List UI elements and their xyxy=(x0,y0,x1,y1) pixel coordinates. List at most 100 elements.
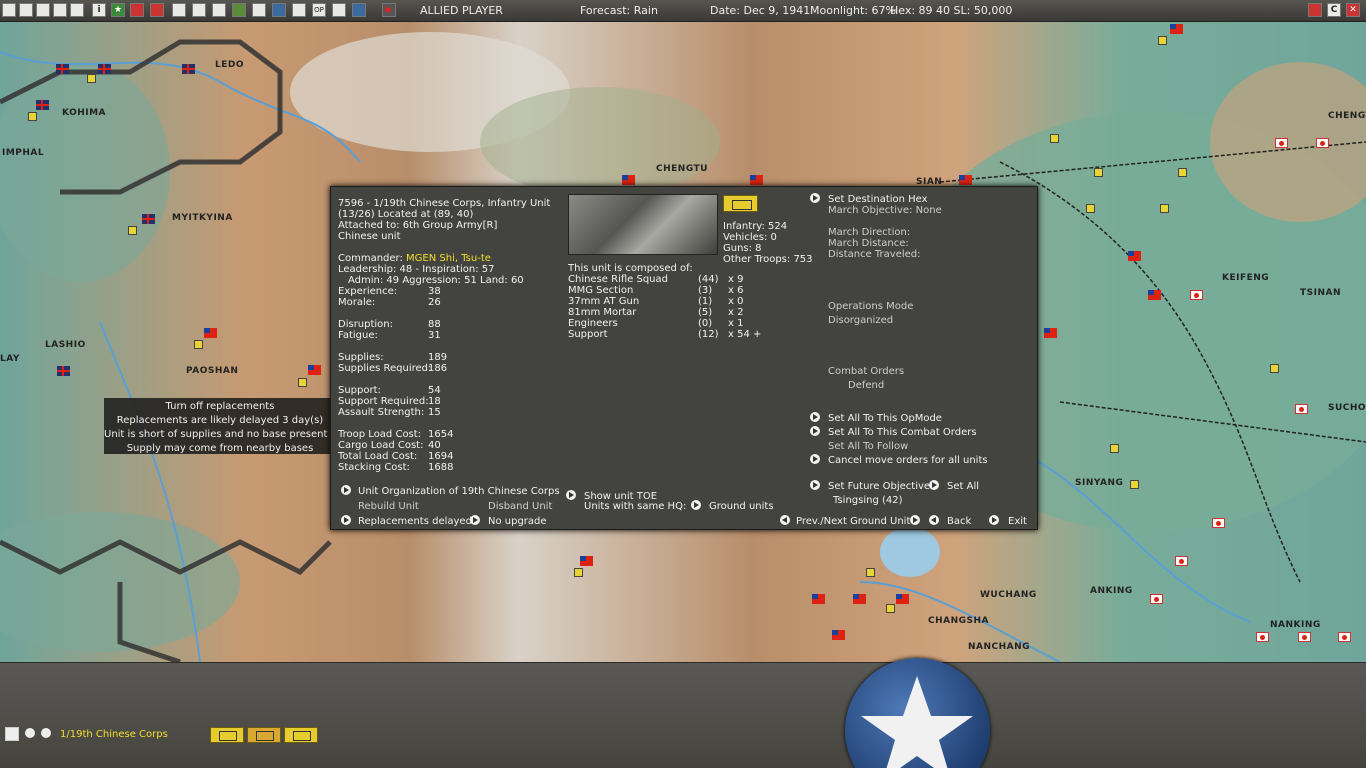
unit-marker[interactable] xyxy=(1086,204,1095,213)
china-base-flag[interactable] xyxy=(204,328,217,338)
unit-marker[interactable] xyxy=(128,226,137,235)
unit-marker[interactable] xyxy=(1130,480,1139,489)
japan-base-flag[interactable] xyxy=(1275,138,1288,148)
report-button[interactable] xyxy=(292,3,306,17)
unit-marker[interactable] xyxy=(1110,444,1119,453)
uk-base-flag[interactable] xyxy=(98,64,111,74)
china-base-flag[interactable] xyxy=(1148,290,1161,300)
end-turn-button[interactable]: ▶ xyxy=(382,3,396,17)
set-all-opmode-button[interactable]: Set All To This OpMode xyxy=(828,413,942,424)
japan-base-flag[interactable] xyxy=(1256,632,1269,642)
japan-base-flag[interactable] xyxy=(1295,404,1308,414)
china-base-flag[interactable] xyxy=(750,175,763,185)
china-base-flag[interactable] xyxy=(812,594,825,604)
china-base-flag[interactable] xyxy=(853,594,866,604)
device-name[interactable]: Engineers xyxy=(568,318,618,329)
aircraft-button[interactable] xyxy=(192,3,206,17)
device-name[interactable]: Chinese Rifle Squad xyxy=(568,274,668,285)
prev-next-ground-unit-button[interactable]: Prev./Next Ground Unit xyxy=(796,516,910,527)
info-button[interactable]: i xyxy=(92,3,106,17)
commander-name[interactable]: MGEN Shi, Tsu-te xyxy=(406,253,491,264)
unit-counter-hq[interactable] xyxy=(210,727,244,743)
next-unit-icon[interactable] xyxy=(41,728,51,738)
lcu-button[interactable] xyxy=(252,3,266,17)
japan-base-flag[interactable] xyxy=(1150,594,1163,604)
china-base-flag[interactable] xyxy=(622,175,635,185)
sub-button[interactable] xyxy=(212,3,226,17)
device-name[interactable]: 37mm AT Gun xyxy=(568,296,639,307)
toolbar-button-1[interactable] xyxy=(2,3,16,17)
uk-base-flag[interactable] xyxy=(142,214,155,224)
op-button[interactable]: OP xyxy=(312,3,326,17)
flag-toggle-icon[interactable] xyxy=(5,727,19,741)
china-base-flag[interactable] xyxy=(1044,328,1057,338)
japan-base-flag[interactable] xyxy=(1316,138,1329,148)
prev-unit-icon[interactable] xyxy=(25,728,35,738)
toolbar-button-2[interactable] xyxy=(19,3,33,17)
device-name[interactable]: Support xyxy=(568,329,608,340)
replacements-button[interactable]: Replacements delayed xyxy=(358,516,472,527)
japan-base-flag[interactable] xyxy=(1338,632,1351,642)
unit-marker[interactable] xyxy=(194,340,203,349)
rebuild-unit-button[interactable]: Rebuild Unit xyxy=(358,501,419,512)
ops-mode-value[interactable]: Disorganized xyxy=(828,315,893,326)
upgrade-button[interactable]: No upgrade xyxy=(488,516,547,527)
air-button[interactable] xyxy=(130,3,144,17)
china-base-flag[interactable] xyxy=(1128,251,1141,261)
flag-icon[interactable] xyxy=(1308,3,1322,17)
china-base-flag[interactable] xyxy=(959,175,972,185)
set-future-objective-button[interactable]: Set Future Objective xyxy=(828,481,930,492)
exit-button[interactable]: Exit xyxy=(1008,516,1027,527)
unit-marker[interactable] xyxy=(1094,168,1103,177)
japan-base-flag[interactable] xyxy=(1212,518,1225,528)
unit-marker[interactable] xyxy=(574,568,583,577)
c-button[interactable]: C xyxy=(1327,3,1341,17)
device-name[interactable]: MMG Section xyxy=(568,285,633,296)
china-base-flag[interactable] xyxy=(896,594,909,604)
china-base-flag[interactable] xyxy=(832,630,845,640)
star-button[interactable]: ★ xyxy=(111,3,125,17)
unit-marker[interactable] xyxy=(1270,364,1279,373)
unit-counter-infantry-2[interactable] xyxy=(284,727,318,743)
cancel-move-button[interactable]: Cancel move orders for all units xyxy=(828,455,988,466)
set-all-follow-button[interactable]: Set All To Follow xyxy=(828,441,908,452)
unit-marker[interactable] xyxy=(1050,134,1059,143)
ship-button[interactable] xyxy=(150,3,164,17)
unit-marker[interactable] xyxy=(1160,204,1169,213)
set-destination-button[interactable]: Set Destination Hex xyxy=(828,194,928,205)
unit-marker[interactable] xyxy=(298,378,307,387)
uk-base-flag[interactable] xyxy=(36,100,49,110)
unit-attached[interactable]: Attached to: 6th Group Army[R] xyxy=(338,220,497,231)
china-base-flag[interactable] xyxy=(1170,24,1183,34)
toolbar-button-5[interactable] xyxy=(70,3,84,17)
unit-marker[interactable] xyxy=(1178,168,1187,177)
disband-unit-button[interactable]: Disband Unit xyxy=(488,501,552,512)
unit-marker[interactable] xyxy=(886,604,895,613)
uk-base-flag[interactable] xyxy=(182,64,195,74)
close-icon[interactable]: ✕ xyxy=(1346,3,1360,17)
toolbar-button-4[interactable] xyxy=(53,3,67,17)
uk-base-flag[interactable] xyxy=(57,366,70,376)
list-button[interactable] xyxy=(332,3,346,17)
japan-base-flag[interactable] xyxy=(1298,632,1311,642)
device-name[interactable]: 81mm Mortar xyxy=(568,307,636,318)
china-base-flag[interactable] xyxy=(580,556,593,566)
ground-units-button[interactable]: Ground units xyxy=(709,501,774,512)
unit-marker[interactable] xyxy=(87,74,96,83)
set-all-button[interactable]: Set All xyxy=(947,481,979,492)
save-button[interactable] xyxy=(352,3,366,17)
japan-base-flag[interactable] xyxy=(1175,556,1188,566)
unit-marker[interactable] xyxy=(1158,36,1167,45)
toolbar-button-3[interactable] xyxy=(36,3,50,17)
uk-base-flag[interactable] xyxy=(56,64,69,74)
set-all-combat-button[interactable]: Set All To This Combat Orders xyxy=(828,427,977,438)
globe-button[interactable] xyxy=(272,3,286,17)
unit-organization-button[interactable]: Unit Organization of 19th Chinese Corps xyxy=(358,486,560,497)
unit-counter-infantry[interactable] xyxy=(247,727,281,743)
unit-marker[interactable] xyxy=(28,112,37,121)
prev-arrow-icon[interactable] xyxy=(780,515,790,525)
unit-marker[interactable] xyxy=(866,568,875,577)
japan-base-flag[interactable] xyxy=(1190,290,1203,300)
back-button[interactable]: Back xyxy=(947,516,971,527)
next-arrow-icon[interactable] xyxy=(910,515,920,525)
